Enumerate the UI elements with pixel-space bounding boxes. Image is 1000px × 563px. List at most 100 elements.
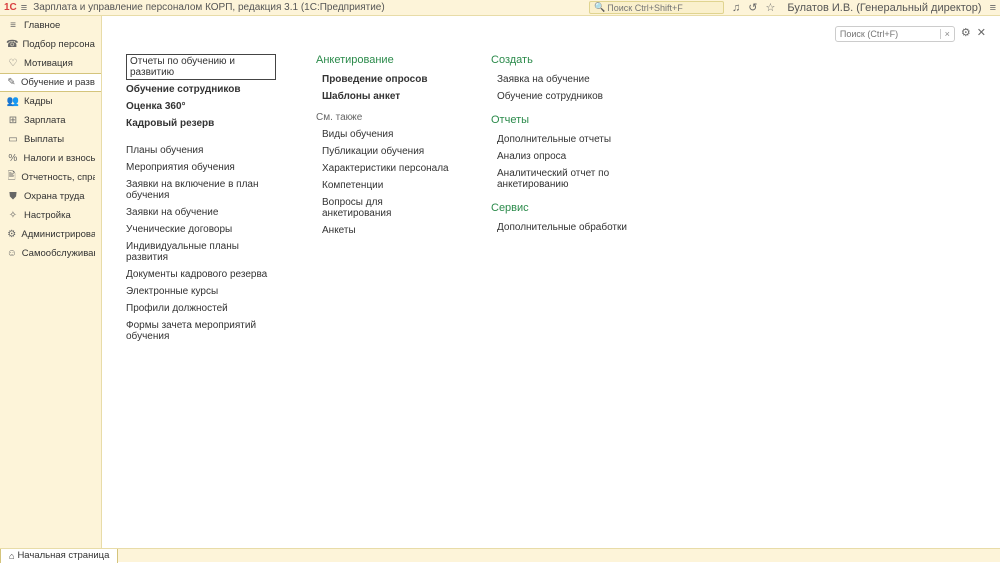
link-credit-forms[interactable]: Формы зачета мероприятий обучения — [126, 318, 276, 344]
face-icon: ☺ — [6, 248, 18, 259]
history-icon[interactable]: ↺ — [748, 1, 757, 14]
link-talent-pool-docs[interactable]: Документы кадрового резерва — [126, 267, 276, 282]
link-survey-templates[interactable]: Шаблоны анкет — [316, 89, 451, 104]
phone-icon: ☎ — [6, 39, 18, 50]
link-conduct-surveys[interactable]: Проведение опросов — [316, 72, 451, 87]
sidebar-item-label: Главное — [24, 20, 60, 31]
sidebar-item-reports[interactable]: 🖹 Отчетность, справки — [0, 168, 101, 187]
link-employee-training[interactable]: Обучение сотрудников — [126, 82, 276, 97]
filter-icon[interactable]: ≡ — [990, 2, 996, 14]
gear-icon[interactable]: ⚙ — [961, 26, 971, 42]
wrench-icon: ✧ — [6, 210, 20, 221]
link-job-profiles[interactable]: Профили должностей — [126, 301, 276, 316]
sidebar-item-label: Настройка — [24, 210, 71, 221]
sidebar-item-label: Администрирование — [21, 229, 95, 240]
heading-surveys: Анкетирование — [316, 54, 451, 66]
link-training-publications[interactable]: Публикации обучения — [316, 144, 451, 159]
sidebar-item-motivation[interactable]: ♡ Мотивация — [0, 54, 101, 73]
people-icon: 👥 — [6, 96, 20, 107]
sidebar-item-label: Самообслуживание — [22, 248, 95, 259]
column-3: Создать Заявка на обучение Обучение сотр… — [491, 54, 661, 346]
top-toolbar: ♫ ↺ ☆ Булатов И.В. (Генеральный директор… — [732, 1, 996, 14]
link-training-plans[interactable]: Планы обучения — [126, 143, 276, 158]
link-additional-reports[interactable]: Дополнительные отчеты — [491, 132, 661, 147]
sidebar-item-label: Охрана труда — [24, 191, 85, 202]
clear-search-icon[interactable]: × — [940, 29, 950, 39]
sidebar-item-taxes[interactable]: % Налоги и взносы — [0, 149, 101, 168]
document-icon: 🖹 — [6, 169, 17, 186]
search-icon: 🔍 — [594, 2, 605, 13]
link-analytical-report[interactable]: Аналитический отчет по анкетированию — [491, 166, 661, 192]
sidebar-item-recruitment[interactable]: ☎ Подбор персонала — [0, 35, 101, 54]
link-training-requests[interactable]: Заявки на обучение — [126, 205, 276, 220]
link-elearning[interactable]: Электронные курсы — [126, 284, 276, 299]
column-2: Анкетирование Проведение опросов Шаблоны… — [316, 54, 451, 346]
link-create-training-request[interactable]: Заявка на обучение — [491, 72, 661, 87]
sidebar-item-label: Подбор персонала — [22, 39, 95, 50]
heart-icon: ♡ — [6, 58, 20, 69]
sidebar: ≡ Главное ☎ Подбор персонала ♡ Мотивация… — [0, 16, 102, 548]
sidebar-item-main[interactable]: ≡ Главное — [0, 16, 101, 35]
user-label[interactable]: Булатов И.В. (Генеральный директор) — [787, 2, 981, 14]
heading-service: Сервис — [491, 202, 661, 214]
sidebar-item-label: Мотивация — [24, 58, 73, 69]
link-assessment-360[interactable]: Оценка 360° — [126, 99, 276, 114]
global-search-input[interactable] — [607, 3, 719, 13]
gear-icon: ⚙ — [6, 229, 17, 240]
hamburger-icon[interactable]: ≡ — [21, 2, 27, 14]
link-competencies[interactable]: Компетенции — [316, 178, 451, 193]
tab-home-label: Начальная страница — [17, 550, 109, 561]
close-icon[interactable]: ✕ — [977, 26, 986, 42]
menu-columns: Отчеты по обучению и развитию Обучение с… — [116, 54, 986, 346]
sidebar-item-hr[interactable]: 👥 Кадры — [0, 92, 101, 111]
sidebar-item-payments[interactable]: ▭ Выплаты — [0, 130, 101, 149]
column-1: Отчеты по обучению и развитию Обучение с… — [126, 54, 276, 346]
sidebar-item-label: Кадры — [24, 96, 52, 107]
card-icon: ▭ — [6, 134, 20, 145]
sidebar-item-label: Налоги и взносы — [24, 153, 95, 164]
list-icon: ≡ — [6, 20, 20, 31]
sidebar-item-training[interactable]: ✎ Обучение и развитие — [0, 73, 101, 92]
link-survey-questions[interactable]: Вопросы для анкетирования — [316, 195, 451, 221]
content-area: × ⚙ ✕ Отчеты по обучению и развитию Обуч… — [102, 16, 1000, 548]
logo-1c: 1C — [4, 2, 17, 13]
global-search[interactable]: 🔍 — [589, 1, 724, 14]
window-title: Зарплата и управление персоналом КОРП, р… — [33, 2, 384, 13]
subheading-see-also: См. также — [316, 112, 451, 123]
sidebar-item-settings[interactable]: ✧ Настройка — [0, 206, 101, 225]
pencil-icon: ✎ — [6, 77, 17, 88]
sidebar-item-safety[interactable]: ⛊ Охрана труда — [0, 187, 101, 206]
bell-icon[interactable]: ♫ — [732, 2, 740, 14]
link-plan-requests[interactable]: Заявки на включение в план обучения — [126, 177, 276, 203]
link-training-types[interactable]: Виды обучения — [316, 127, 451, 142]
tab-home[interactable]: ⌂ Начальная страница — [0, 549, 118, 563]
link-individual-plans[interactable]: Индивидуальные планы развития — [126, 239, 276, 265]
content-toolbar: × ⚙ ✕ — [116, 26, 986, 42]
percent-icon: % — [6, 153, 20, 164]
content-search[interactable]: × — [835, 26, 955, 42]
link-questionnaires[interactable]: Анкеты — [316, 223, 451, 238]
star-icon[interactable]: ☆ — [766, 1, 776, 14]
link-apprentice-contracts[interactable]: Ученические договоры — [126, 222, 276, 237]
home-icon: ⌂ — [9, 551, 14, 561]
link-talent-pool[interactable]: Кадровый резерв — [126, 116, 276, 131]
sidebar-item-label: Зарплата — [24, 115, 66, 126]
link-training-events[interactable]: Мероприятия обучения — [126, 160, 276, 175]
sidebar-item-label: Отчетность, справки — [21, 172, 95, 183]
sidebar-item-label: Обучение и развитие — [21, 77, 95, 88]
link-create-employee-training[interactable]: Обучение сотрудников — [491, 89, 661, 104]
top-bar: 1C ≡ Зарплата и управление персоналом КО… — [0, 0, 1000, 16]
sidebar-item-selfservice[interactable]: ☺ Самообслуживание — [0, 244, 101, 263]
link-additional-processing[interactable]: Дополнительные обработки — [491, 220, 661, 235]
bottom-bar: ⌂ Начальная страница — [0, 548, 1000, 562]
link-survey-analysis[interactable]: Анализ опроса — [491, 149, 661, 164]
content-search-input[interactable] — [840, 29, 940, 39]
sidebar-item-admin[interactable]: ⚙ Администрирование — [0, 225, 101, 244]
sidebar-item-salary[interactable]: ⊞ Зарплата — [0, 111, 101, 130]
link-personnel-characteristics[interactable]: Характеристики персонала — [316, 161, 451, 176]
link-reports-training[interactable]: Отчеты по обучению и развитию — [126, 54, 276, 80]
sidebar-item-label: Выплаты — [24, 134, 64, 145]
shield-icon: ⛊ — [6, 191, 20, 202]
heading-reports: Отчеты — [491, 114, 661, 126]
grid-icon: ⊞ — [6, 115, 20, 126]
